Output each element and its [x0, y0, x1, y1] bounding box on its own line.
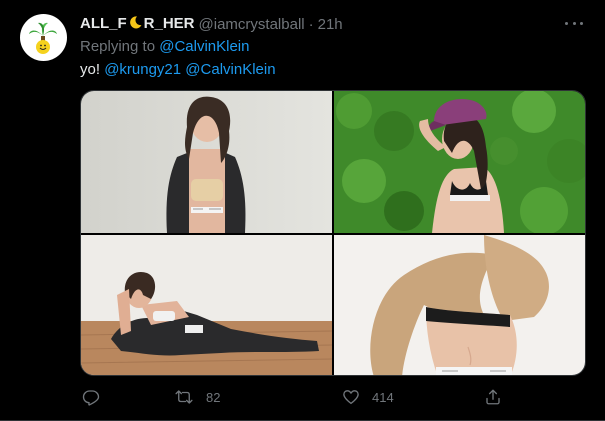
tweet[interactable]: ALL_F R_HER @iamcrystalball · 21h Replyin… [0, 0, 605, 421]
photo-4[interactable] [334, 235, 585, 375]
tweet-text: yo! @krungy21 @CalvinKlein [80, 61, 276, 79]
user-handle[interactable]: @iamcrystalball [199, 16, 305, 34]
palm-tree-smiley-icon [29, 22, 57, 54]
media-grid [80, 90, 586, 376]
reply-button[interactable] [82, 387, 100, 407]
display-name-part-2: R_HER [143, 15, 195, 32]
reply-icon [82, 390, 100, 406]
photo-2[interactable] [334, 91, 585, 233]
photo-3[interactable] [81, 235, 332, 375]
replying-to-mention[interactable]: @CalvinKlein [159, 38, 249, 55]
like-count: 414 [372, 389, 394, 405]
avatar[interactable] [20, 14, 67, 61]
retweet-button[interactable]: 82 [174, 387, 220, 407]
mention-calvinklein[interactable]: @CalvinKlein [185, 61, 275, 78]
tweet-actions: 82 414 [80, 387, 510, 407]
separator-dot: · [308, 16, 314, 33]
crescent-moon-icon [128, 15, 143, 35]
share-button[interactable] [484, 387, 502, 407]
tweet-text-prefix: yo! [80, 61, 101, 78]
retweet-icon [175, 390, 193, 404]
like-button[interactable]: 414 [342, 387, 394, 407]
photo-1[interactable] [81, 91, 332, 233]
replying-label: Replying to [80, 38, 156, 55]
heart-icon [343, 390, 359, 405]
share-icon [486, 389, 500, 405]
tweet-timestamp[interactable]: 21h [318, 16, 343, 34]
replying-to: Replying to @CalvinKlein [80, 38, 249, 56]
more-dots-icon[interactable] [565, 16, 583, 30]
tweet-header: ALL_F R_HER @iamcrystalball · 21h [80, 15, 343, 35]
display-name[interactable]: ALL_F R_HER [80, 15, 195, 35]
display-name-part-1: ALL_F [80, 15, 127, 32]
retweet-count: 82 [206, 389, 221, 405]
mention-krungy21[interactable]: @krungy21 [104, 61, 181, 78]
